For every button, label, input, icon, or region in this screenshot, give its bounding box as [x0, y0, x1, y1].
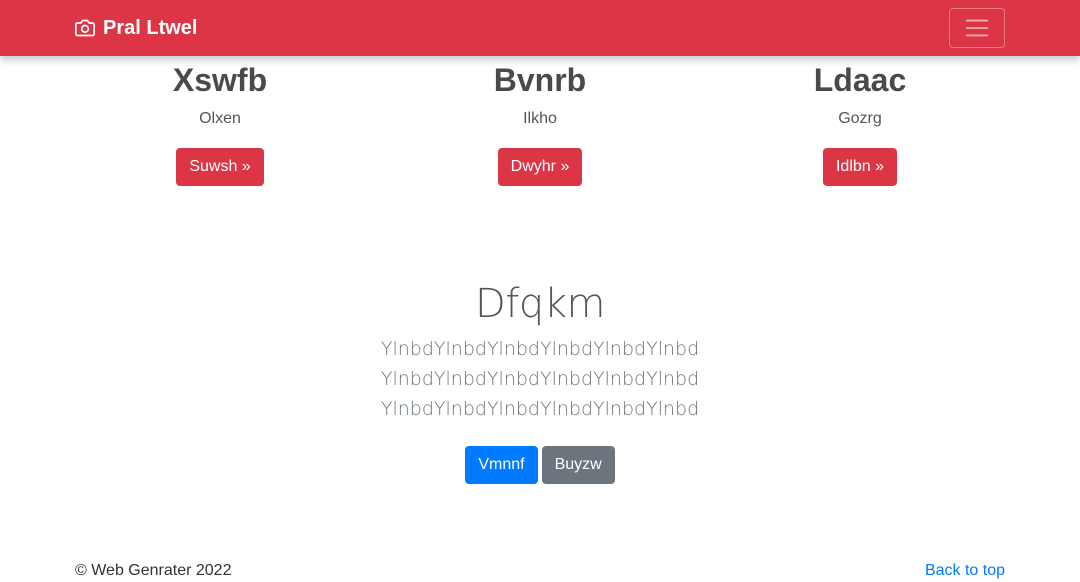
- feature-column: Xswfb Olxen Suwsh »: [40, 56, 400, 186]
- feature-title: Bvnrb: [493, 62, 587, 98]
- feature-button[interactable]: Idlbn »: [822, 148, 898, 186]
- hamburger-icon: [965, 19, 989, 37]
- brand-link[interactable]: Pral Ltwel: [75, 16, 197, 40]
- secondary-button[interactable]: Buyzw: [541, 446, 615, 484]
- feature-text: Gozrg: [838, 110, 882, 127]
- back-to-top-link[interactable]: Back to top: [925, 562, 1005, 580]
- primary-button[interactable]: Vmnnf: [465, 446, 538, 484]
- feature-column: Bvnrb Ilkho Dwyhr »: [360, 56, 720, 186]
- feature-button[interactable]: Suwsh »: [176, 148, 264, 186]
- hero-buttons: Vmnnf Buyzw: [465, 446, 615, 484]
- footer: © Web Genrater 2022 Back to top: [0, 558, 1080, 582]
- feature-text: Ilkho: [523, 110, 557, 127]
- hero-lead: YlnbdYlnbdYlnbdYlnbdYlnbdYlnbd YlnbdYlnb…: [380, 338, 700, 420]
- navbar-toggler-button[interactable]: [949, 8, 1005, 48]
- camera-icon: [75, 19, 95, 37]
- feature-text: Olxen: [199, 110, 241, 127]
- feature-title: Xswfb: [172, 62, 268, 98]
- feature-button[interactable]: Dwyhr »: [497, 148, 583, 186]
- hero-section: Dfqkm YlnbdYlnbdYlnbdYlnbdYlnbdYlnbd Yln…: [0, 280, 1080, 484]
- copyright-text: © Web Genrater 2022: [75, 562, 232, 579]
- feature-title: Ldaac: [813, 62, 907, 98]
- feature-column: Ldaac Gozrg Idlbn »: [680, 56, 1040, 186]
- brand-name: Pral Ltwel: [103, 16, 198, 39]
- hero-title: Dfqkm: [475, 281, 605, 327]
- navbar: Pral Ltwel: [0, 0, 1080, 56]
